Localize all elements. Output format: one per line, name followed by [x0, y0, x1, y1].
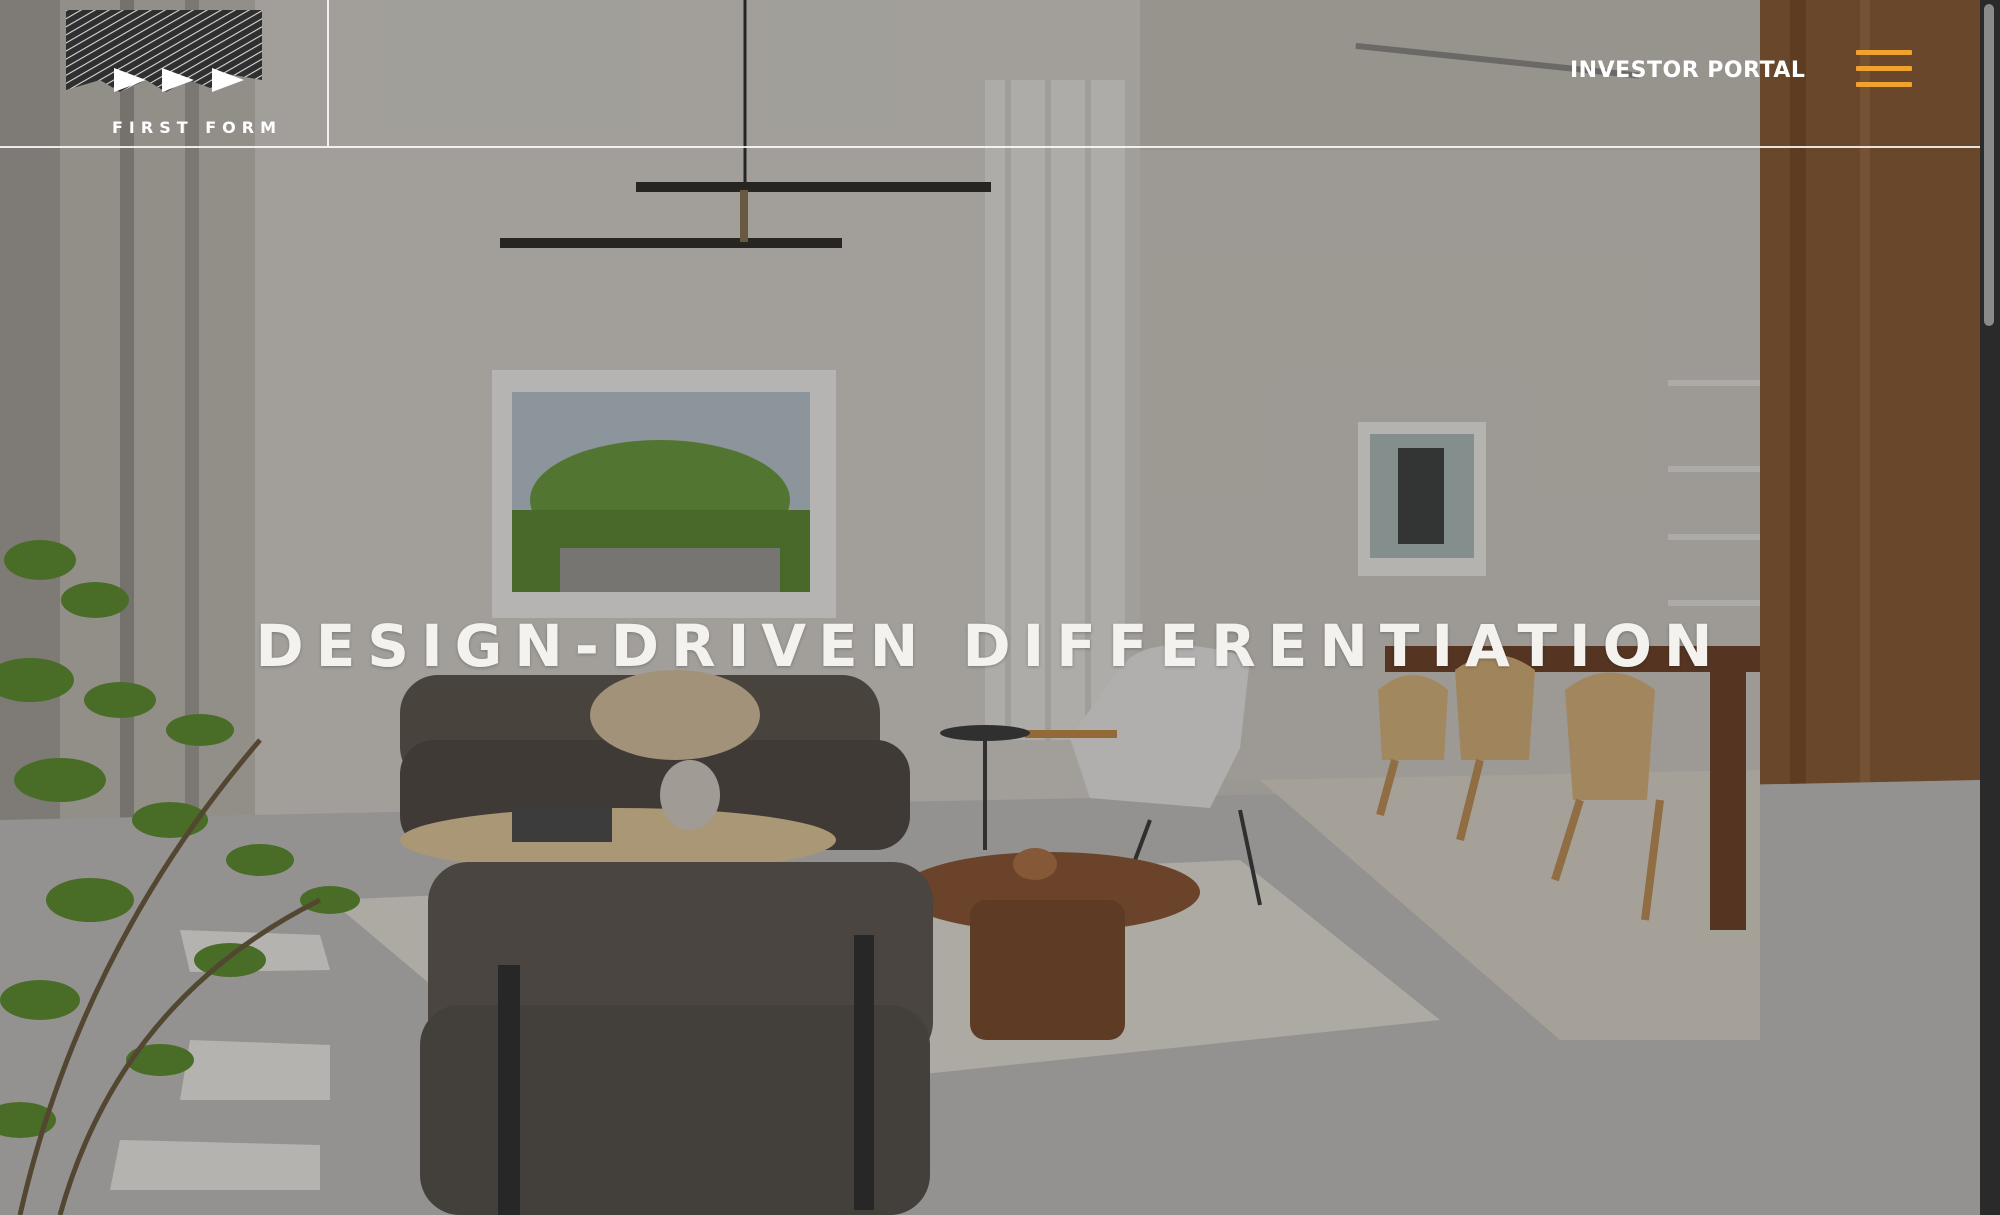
menu-button[interactable]: [1856, 50, 1914, 94]
first-form-logo-icon: [66, 10, 262, 92]
hero-background-image: [0, 0, 2000, 1215]
scrollbar-thumb[interactable]: [1984, 4, 1994, 326]
logo-divider-line: [327, 0, 329, 146]
header-divider-line: [0, 146, 1980, 148]
page: FIRST FORM INVESTOR PORTAL DESIGN-DRIVEN…: [0, 0, 2000, 1215]
investor-portal-link[interactable]: INVESTOR PORTAL: [1570, 58, 1805, 83]
brand-logo[interactable]: FIRST FORM: [66, 10, 276, 140]
brand-name: FIRST FORM: [112, 118, 282, 137]
hero-title: DESIGN-DRIVEN DIFFERENTIATION: [255, 612, 1725, 680]
page-scrollbar[interactable]: [1980, 0, 2000, 1215]
